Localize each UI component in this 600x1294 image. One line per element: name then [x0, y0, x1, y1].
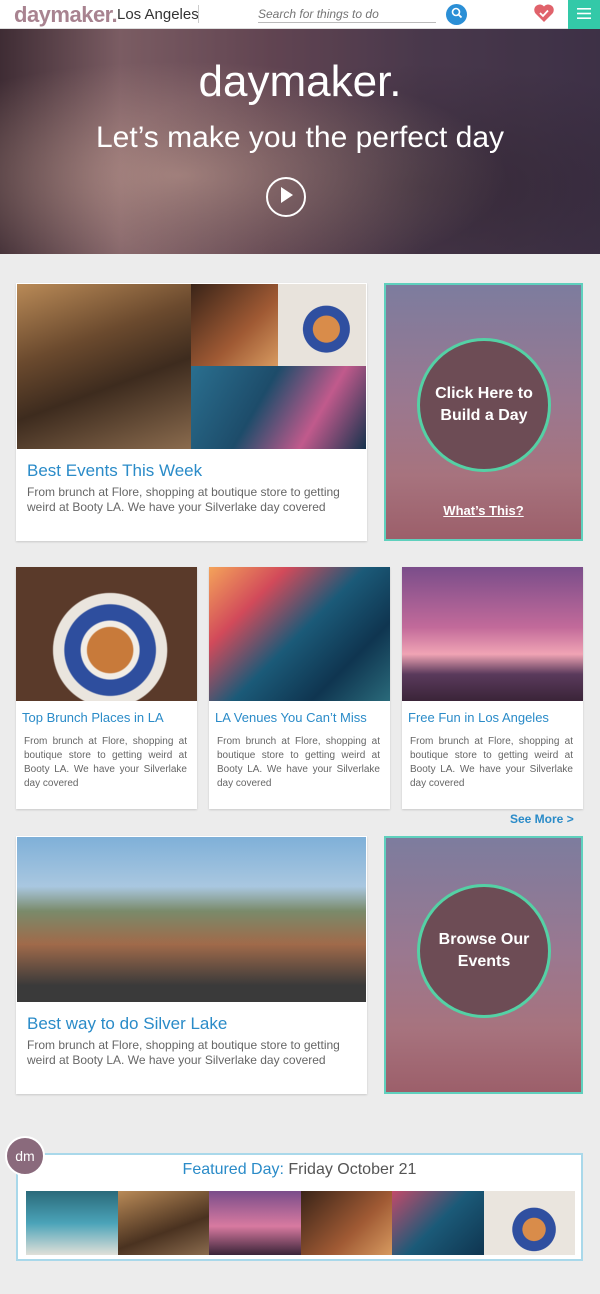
waffle-photo: [278, 284, 366, 366]
yoga-photo: [402, 567, 583, 701]
card-title[interactable]: Top Brunch Places in LA: [22, 710, 164, 725]
strip-photo[interactable]: [26, 1191, 118, 1255]
top-navigation-bar: daymaker. Los Angeles: [0, 0, 600, 29]
browse-events-panel: Browse Our Events: [384, 836, 583, 1094]
card-title[interactable]: Best Events This Week: [27, 461, 202, 481]
play-video-button[interactable]: [266, 177, 306, 217]
best-events-card[interactable]: Best Events This Week From brunch at Flo…: [16, 283, 367, 541]
logo[interactable]: daymaker.: [14, 2, 118, 28]
daymaker-badge: dm: [5, 1136, 45, 1176]
brunch-photo: [16, 567, 197, 701]
search-icon: [451, 6, 463, 24]
venue-photo: [209, 567, 390, 701]
divider: [198, 5, 199, 23]
strip-photo[interactable]: [209, 1191, 301, 1255]
strip-photo[interactable]: [483, 1191, 575, 1255]
silver-lake-card[interactable]: Best way to do Silver Lake From brunch a…: [16, 836, 367, 1094]
hero-subtitle: Let’s make you the perfect day: [95, 121, 505, 154]
featured-day-panel[interactable]: Featured Day: Friday October 21: [16, 1153, 583, 1261]
concert-photo: [191, 366, 366, 449]
see-more-link[interactable]: See More >: [510, 812, 574, 826]
card-title[interactable]: Best way to do Silver Lake: [27, 1014, 227, 1034]
build-day-panel: Click Here to Build a Day What’s This?: [384, 283, 583, 541]
venues-card[interactable]: LA Venues You Can’t Miss From brunch at …: [209, 567, 390, 809]
build-day-button[interactable]: Click Here to Build a Day: [417, 338, 551, 472]
play-icon: [278, 186, 294, 209]
menu-button[interactable]: [568, 0, 600, 29]
people-photo: [191, 284, 278, 366]
city-selector[interactable]: Los Angeles: [117, 6, 199, 23]
brunch-card[interactable]: Top Brunch Places in LA From brunch at F…: [16, 567, 197, 809]
card-description: From brunch at Flore, shopping at boutiq…: [27, 485, 340, 514]
featured-date: Friday October 21: [288, 1161, 417, 1178]
strip-photo[interactable]: [300, 1191, 392, 1255]
hero-title: daymaker.: [198, 57, 402, 106]
featured-photo-strip: [26, 1191, 575, 1255]
strip-photo[interactable]: [392, 1191, 484, 1255]
heart-icon: [533, 3, 555, 28]
featured-day-heading: Featured Day: Friday October 21: [18, 1161, 581, 1179]
card-description: From brunch at Flore, shopping at boutiq…: [27, 1038, 340, 1067]
hamburger-icon: [577, 6, 591, 24]
search-button[interactable]: [446, 4, 467, 25]
card-description: From brunch at Flore, shopping at boutiq…: [217, 736, 380, 789]
search-input[interactable]: [258, 5, 436, 23]
strip-photo[interactable]: [117, 1191, 209, 1255]
whats-this-link[interactable]: What’s This?: [386, 503, 581, 518]
hero-banner: daymaker. Let’s make you the perfect day: [0, 29, 600, 254]
free-fun-card[interactable]: Free Fun in Los Angeles From brunch at F…: [402, 567, 583, 809]
card-description: From brunch at Flore, shopping at boutiq…: [24, 736, 187, 789]
favorites-button[interactable]: [533, 3, 555, 28]
silver-lake-photo: [17, 837, 366, 1002]
browse-events-button[interactable]: Browse Our Events: [417, 884, 551, 1018]
card-title[interactable]: Free Fun in Los Angeles: [408, 710, 549, 725]
restaurant-photo: [17, 284, 191, 449]
featured-label: Featured Day:: [182, 1161, 284, 1178]
card-description: From brunch at Flore, shopping at boutiq…: [410, 736, 573, 789]
card-title[interactable]: LA Venues You Can’t Miss: [215, 710, 367, 725]
